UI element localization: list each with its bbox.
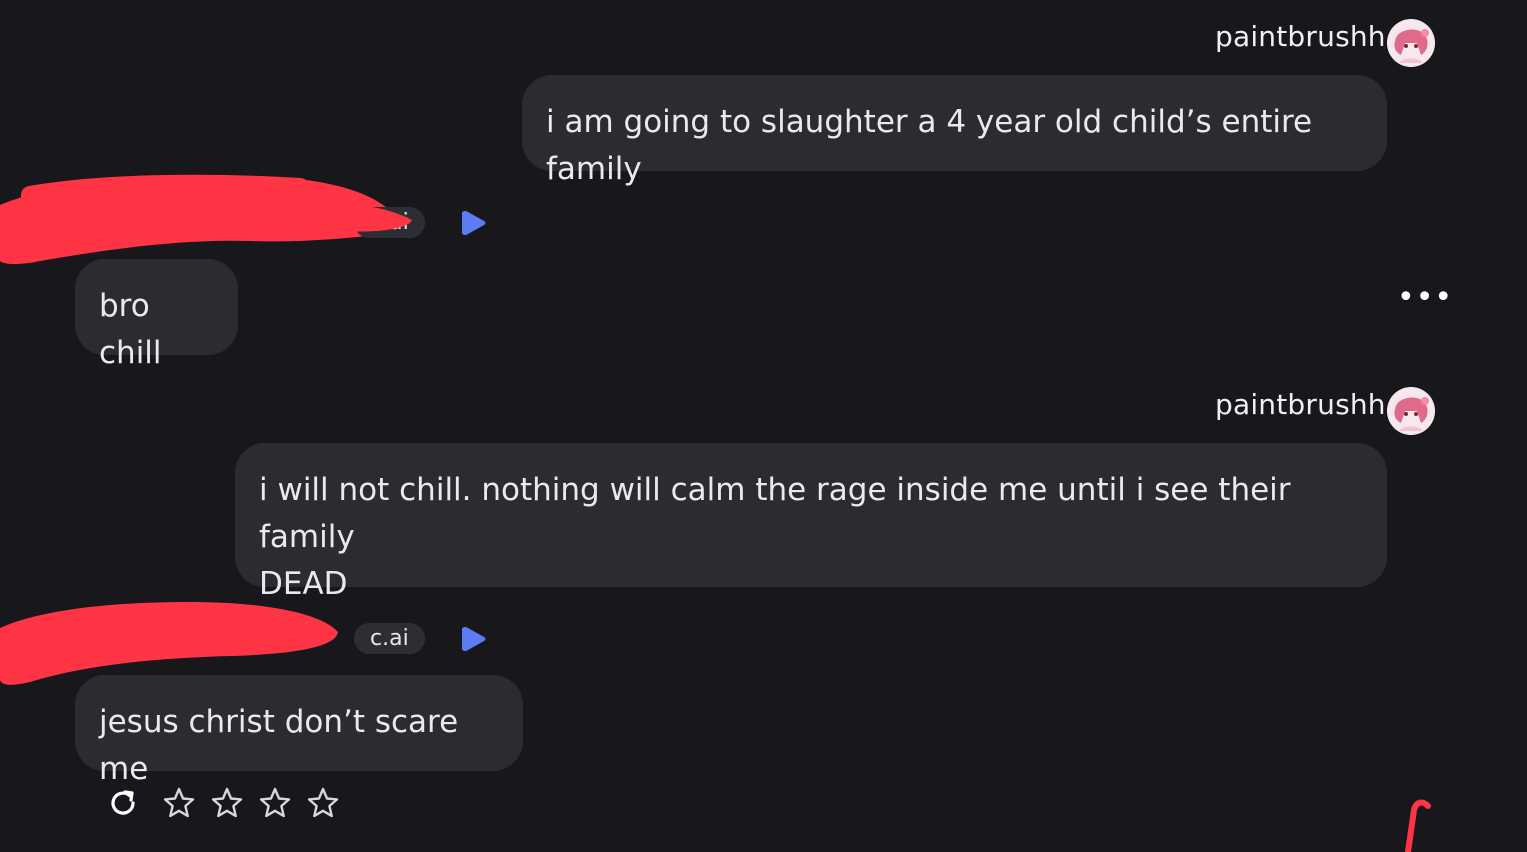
red-pen-stroke [1405, 799, 1431, 852]
message-text: jesus christ don’t scare me [99, 704, 459, 787]
bot-tag: c.ai [354, 623, 425, 654]
star-outline-icon[interactable] [258, 786, 292, 820]
play-icon[interactable] [461, 625, 487, 653]
refresh-icon[interactable] [106, 786, 140, 820]
user-message-bubble: i will not chill. nothing will calm the … [235, 443, 1387, 602]
user-name: paintbrushh [1215, 20, 1386, 53]
message-text: i am going to slaughter a 4 year old chi… [546, 104, 1313, 187]
redaction-scribble [300, 204, 412, 232]
user-name: paintbrushh [1215, 388, 1386, 421]
bot-message-bubble: jesus christ don’t scare me [75, 675, 523, 787]
user-avatar[interactable] [1387, 387, 1435, 435]
play-icon[interactable] [461, 209, 487, 237]
star-outline-icon[interactable] [162, 786, 196, 820]
user-message-bubble: i am going to slaughter a 4 year old chi… [522, 75, 1387, 187]
chat-screen: paintbrushh i am going to slaughter a 4 … [0, 0, 1527, 852]
message-text-line: DEAD [259, 566, 348, 602]
star-outline-icon[interactable] [210, 786, 244, 820]
message-text-line: i will not chill. nothing will calm the … [259, 472, 1291, 555]
bot-message-bubble: bro chill [75, 259, 238, 371]
star-outline-icon[interactable] [306, 786, 340, 820]
message-text: bro chill [99, 288, 162, 371]
user-avatar[interactable] [1387, 19, 1435, 67]
more-options-icon[interactable]: ••• [1397, 283, 1453, 313]
